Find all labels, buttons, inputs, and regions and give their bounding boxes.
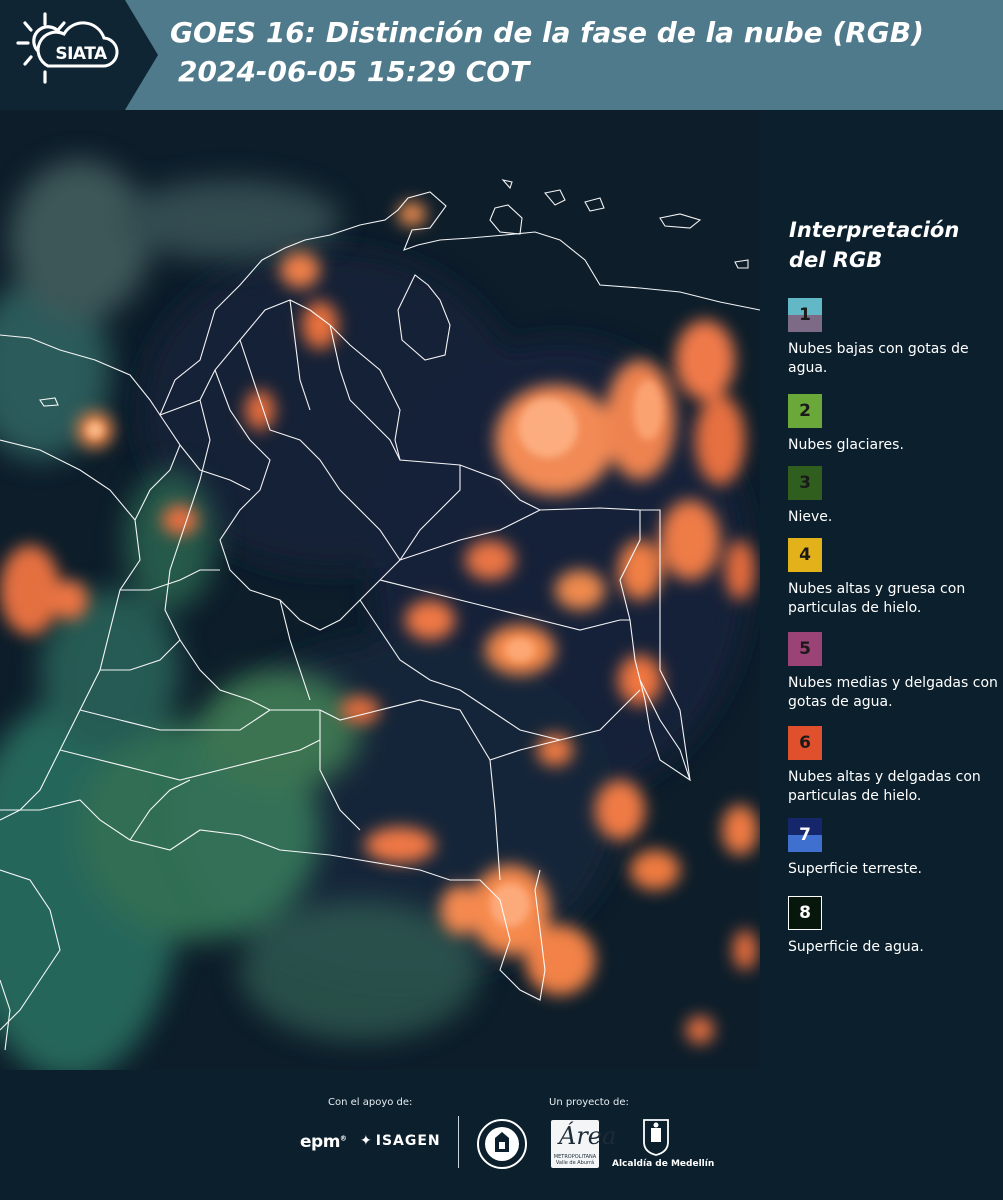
amva-logo-text: METROPOLITANA Valle de Aburrá (553, 1154, 597, 1166)
footer: Con el apoyo de: Un proyecto de: epm® ✦ I… (0, 1070, 1003, 1200)
legend-swatch-8: 8 (788, 896, 822, 930)
legend-number-6: 6 (799, 733, 811, 753)
legend-swatch-4: 4 (788, 538, 822, 572)
legend-swatch-2: 2 (788, 394, 822, 428)
legend-number-2: 2 (799, 401, 811, 421)
epm-logo-text: epm (300, 1132, 340, 1152)
legend-number-7: 7 (799, 825, 811, 845)
legend-number-1: 1 (799, 305, 811, 325)
header: SIATA GOES 16: Distinción de la fase de … (0, 0, 1003, 110)
legend-label-8: Superficie de agua. (788, 939, 924, 955)
legend-swatch-6: 6 (788, 726, 822, 760)
legend-label-7: Superficie terreste. (788, 861, 923, 877)
medellin-shield-icon (643, 1119, 669, 1156)
legend-label-2: Nubes glaciares. (788, 437, 904, 453)
medellin-logo-text: Alcaldía de Medellín (612, 1159, 715, 1169)
isagen-logo: ✦ ISAGEN (360, 1133, 441, 1149)
legend-panel: Interpretación del RGB 1 Nubes bajas con… (760, 110, 1003, 1070)
legend-swatch-3: 3 (788, 466, 822, 500)
isagen-logo-text: ISAGEN (375, 1133, 441, 1149)
legend-label-4: Nubes altas y gruesa con particulas de h… (788, 581, 966, 616)
legend-title: Interpretación del RGB (789, 215, 989, 275)
registered-mark-icon: ® (339, 1134, 347, 1143)
legend-label-5: Nubes medias y delgadas con gotas de agu… (788, 675, 998, 710)
page-timestamp: 2024-06-05 15:29 COT (178, 55, 530, 88)
legend-swatch-7: 7 (788, 818, 822, 852)
legend-number-3: 3 (799, 473, 811, 493)
siata-logo: SIATA (0, 0, 158, 110)
legend-label-3: Nieve. (788, 509, 833, 525)
amva-logo-letter: Área (559, 1122, 617, 1150)
satellite-map (0, 110, 760, 1070)
legend-title-line2: del RGB (789, 248, 883, 272)
page-title: GOES 16: Distinción de la fase de la nub… (170, 16, 924, 49)
satellite-image (0, 110, 760, 1070)
epm-logo: epm® (300, 1132, 347, 1152)
legend-number-8: 8 (799, 903, 811, 923)
university-seal-icon (477, 1119, 527, 1169)
isagen-mark-icon: ✦ (360, 1133, 373, 1149)
project-caption: Un proyecto de: (549, 1097, 629, 1108)
area-metropolitana-logo: Área METROPOLITANA Valle de Aburrá (551, 1120, 616, 1168)
legend-swatch-5: 5 (788, 632, 822, 666)
legend-number-5: 5 (799, 639, 811, 659)
siata-logo-text: SIATA (55, 44, 107, 64)
legend-title-line1: Interpretación (789, 218, 960, 242)
legend-swatch-1: 1 (788, 298, 822, 332)
footer-divider (458, 1116, 459, 1168)
legend-label-1: Nubes bajas con gotas de agua. (788, 341, 969, 376)
legend-number-4: 4 (799, 545, 811, 565)
legend-label-6: Nubes altas y delgadas con particulas de… (788, 769, 981, 804)
support-caption: Con el apoyo de: (328, 1097, 413, 1108)
